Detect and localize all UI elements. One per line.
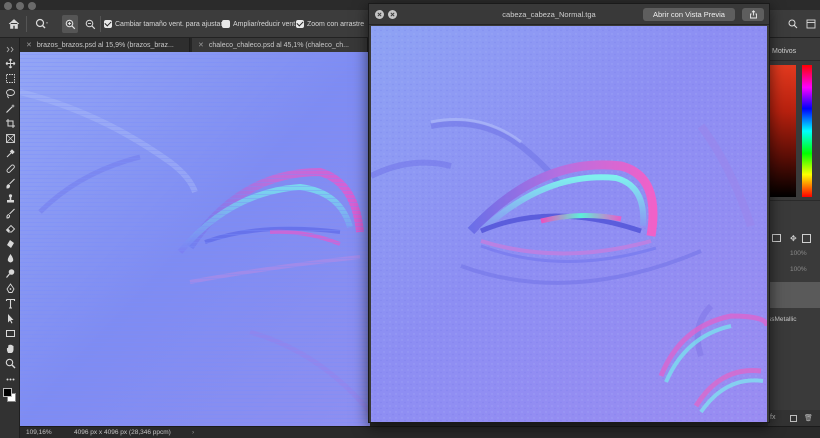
status-menu-arrow[interactable]: ›	[192, 429, 194, 436]
fill-value[interactable]: 100%	[790, 266, 807, 273]
preview-title: cabeza_cabeza_Normal.tga	[502, 10, 596, 19]
path-selection-icon[interactable]	[3, 311, 17, 325]
zoom-all-option[interactable]: Ampliar/reducir vent.	[222, 10, 297, 38]
share-icon[interactable]	[742, 8, 764, 21]
hand-tool-icon[interactable]	[3, 341, 17, 355]
delete-layer-icon[interactable]: 🗑	[804, 414, 813, 422]
eraser-icon[interactable]	[3, 221, 17, 235]
rectangle-tool-icon[interactable]	[3, 326, 17, 340]
clone-stamp-icon[interactable]	[3, 191, 17, 205]
layer-artboard-icon[interactable]	[802, 234, 811, 243]
zoom-in-icon[interactable]	[62, 15, 78, 33]
panel-tab-patterns[interactable]: Motivos	[772, 48, 796, 55]
move-tool-icon[interactable]	[3, 56, 17, 70]
healing-brush-icon[interactable]	[3, 161, 17, 175]
document-info[interactable]: 4096 px x 4096 px (28,346 ppcm)	[74, 429, 171, 436]
tab-brazos[interactable]: ✕ brazos_brazos.psd al 15,9% (brazos_bra…	[20, 38, 190, 52]
tab-label: chaleco_chaleco.psd al 45,1% (chaleco_ch…	[208, 41, 349, 49]
layer-name[interactable]: ssMetallic	[768, 316, 797, 323]
blur-tool-icon[interactable]	[3, 251, 17, 265]
zoom-all-label: Ampliar/reducir vent.	[233, 20, 298, 28]
layer-lock-icon[interactable]	[772, 234, 781, 242]
history-brush-icon[interactable]	[3, 206, 17, 220]
scrubby-zoom-checkbox[interactable]	[296, 20, 304, 28]
tools-panel	[0, 38, 20, 438]
pen-tool-icon[interactable]	[3, 281, 17, 295]
zoom-tool-panel-icon[interactable]	[3, 356, 17, 370]
search-icon[interactable]	[786, 15, 800, 33]
home-icon[interactable]	[6, 15, 22, 33]
fx-icon[interactable]: fx	[770, 414, 775, 421]
resize-windows-label: Cambiar tamaño vent. para ajustar	[115, 20, 223, 28]
zoom-out-icon[interactable]	[82, 15, 98, 33]
collapse-arrows-icon[interactable]	[3, 42, 17, 56]
scanline-overlay	[20, 52, 370, 426]
zoom-dot[interactable]	[28, 2, 36, 10]
magic-wand-icon[interactable]	[3, 101, 17, 115]
photoshop-window: Cambiar tamaño vent. para ajustar Amplia…	[0, 0, 820, 438]
close-dot[interactable]	[4, 2, 12, 10]
normal-map-preview-image	[371, 26, 767, 422]
selected-layer-row[interactable]	[768, 282, 820, 308]
tab-chaleco[interactable]: ✕ chaleco_chaleco.psd al 45,1% (chaleco_…	[192, 38, 368, 52]
hue-slider[interactable]	[802, 65, 812, 197]
lasso-tool-icon[interactable]	[3, 86, 17, 100]
opacity-value[interactable]: 100%	[790, 250, 807, 257]
brush-tool-icon[interactable]	[3, 176, 17, 190]
type-tool-icon[interactable]	[3, 296, 17, 310]
zoom-all-checkbox[interactable]	[222, 20, 230, 28]
color-swatches[interactable]	[3, 388, 17, 402]
window-controls	[0, 0, 60, 10]
open-with-preview-button[interactable]: Abrir con Vista Previa	[643, 8, 735, 21]
zoom-tool-icon[interactable]	[32, 15, 52, 33]
resize-windows-option[interactable]: Cambiar tamaño vent. para ajustar	[104, 10, 223, 38]
new-layer-icon[interactable]	[790, 415, 797, 422]
dodge-tool-icon[interactable]	[3, 266, 17, 280]
quick-look-window: cabeza_cabeza_Normal.tga Abrir con Vista…	[368, 3, 770, 423]
resize-windows-checkbox[interactable]	[104, 20, 112, 28]
tab-label: brazos_brazos.psd al 15,9% (brazos_braz.…	[36, 41, 174, 49]
frame-tool-icon[interactable]	[3, 131, 17, 145]
preview-title-bar: cabeza_cabeza_Normal.tga Abrir con Vista…	[369, 4, 769, 25]
close-tab-icon[interactable]: ✕	[198, 41, 204, 49]
fullscreen-preview-icon[interactable]	[388, 10, 397, 19]
foreground-color-swatch[interactable]	[3, 388, 12, 397]
close-tab-icon[interactable]: ✕	[26, 41, 32, 49]
status-bar: 109,16% 4096 px x 4096 px (28,346 ppcm) …	[20, 426, 820, 438]
eyedropper-icon[interactable]	[3, 146, 17, 160]
color-picker-field[interactable]	[770, 65, 796, 197]
layer-position-icon[interactable]: ✥	[790, 234, 797, 243]
workspace-icon[interactable]	[804, 15, 818, 33]
more-tools-icon[interactable]	[3, 372, 17, 386]
crop-tool-icon[interactable]	[3, 116, 17, 130]
gradient-tool-icon[interactable]	[3, 236, 17, 250]
minimize-dot[interactable]	[16, 2, 24, 10]
marquee-tool-icon[interactable]	[3, 71, 17, 85]
scrubby-zoom-option[interactable]: Zoom con arrastre	[296, 10, 364, 38]
close-preview-icon[interactable]	[375, 10, 384, 19]
zoom-level[interactable]: 109,16%	[26, 429, 52, 436]
scrubby-zoom-label: Zoom con arrastre	[307, 20, 365, 28]
document-canvas[interactable]	[20, 52, 370, 426]
